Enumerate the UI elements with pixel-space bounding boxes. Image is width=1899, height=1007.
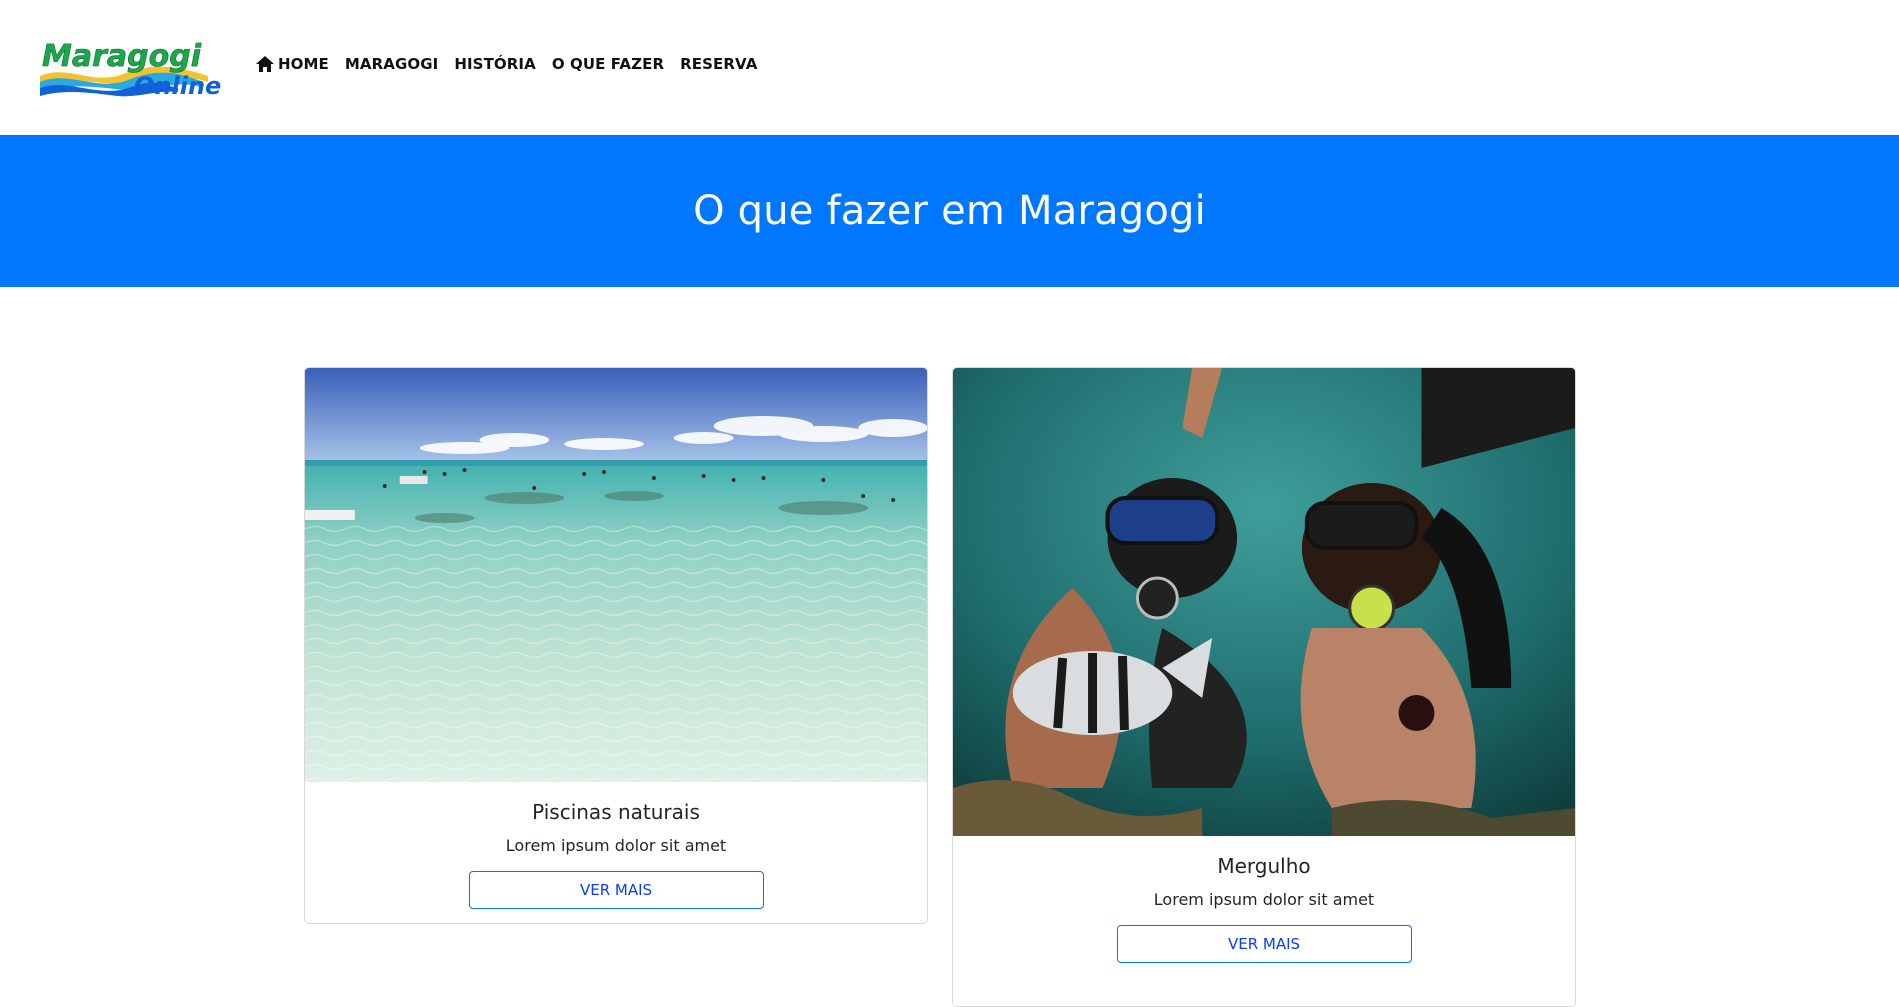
card-title: Piscinas naturais (532, 800, 700, 824)
ver-mais-button[interactable]: VER MAIS (468, 871, 764, 909)
main-nav: HOME MARAGOGI HISTÓRIA O QUE FAZER RESER… (255, 55, 773, 73)
maragogi-online-logo[interactable]: Maragogi Online (38, 36, 230, 100)
card-body: Piscinas naturais Lorem ipsum dolor sit … (305, 800, 927, 909)
card-text: Lorem ipsum dolor sit amet (505, 836, 727, 855)
hero-banner: O que fazer em Maragogi (0, 135, 1899, 287)
page-title: O que fazer em Maragogi (693, 188, 1206, 234)
navbar: Maragogi Online HOME MARAGOGI HISTÓRIA O… (0, 0, 1899, 135)
nav-home[interactable]: HOME (255, 55, 329, 73)
home-icon (255, 55, 275, 73)
card-body: Mergulho Lorem ipsum dolor sit amet VER … (953, 854, 1575, 963)
nav-home-label: HOME (278, 55, 329, 73)
card-piscinas-naturais: Piscinas naturais Lorem ipsum dolor sit … (304, 367, 928, 924)
card-text: Lorem ipsum dolor sit amet (1153, 890, 1375, 909)
nav-o-que-fazer[interactable]: O QUE FAZER (552, 55, 664, 73)
nav-historia[interactable]: HISTÓRIA (454, 55, 535, 73)
svg-text:Online: Online (134, 72, 221, 100)
nav-reserva[interactable]: RESERVA (680, 55, 757, 73)
natural-pools-photo (305, 368, 927, 782)
card-mergulho: Mergulho Lorem ipsum dolor sit amet VER … (952, 367, 1576, 1007)
ver-mais-button[interactable]: VER MAIS (1116, 925, 1412, 963)
nav-maragogi[interactable]: MARAGOGI (345, 55, 438, 73)
scuba-diving-photo (953, 368, 1575, 836)
svg-text:Maragogi: Maragogi (42, 39, 202, 74)
card-title: Mergulho (1217, 854, 1311, 878)
